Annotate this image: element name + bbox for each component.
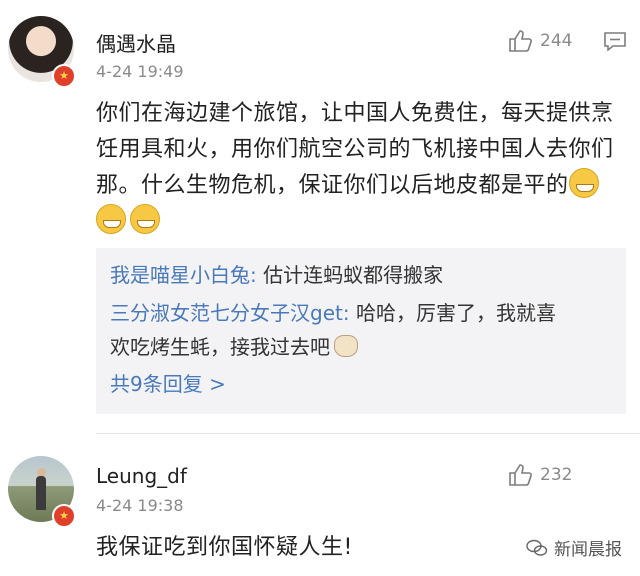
like-count: 232 bbox=[540, 465, 573, 485]
watermark-text: 新闻晨报 bbox=[554, 540, 622, 560]
reply-box: 我是喵星小白兔: 估计连蚂蚁都得搬家 三分淑女范七分女子汉get: 哈哈，厉害了… bbox=[96, 248, 626, 414]
reply-text: 欢吃烤生蚝，接我过去吧 bbox=[110, 335, 330, 359]
comment-item: ★ 偶遇水晶 4-24 19:49 244 你们在海边建个旅馆，让中国人免费住，… bbox=[0, 0, 640, 432]
thumbs-up-icon bbox=[509, 30, 532, 52]
comment-username[interactable]: Leung_df bbox=[96, 464, 187, 488]
reply-item-continued: 欢吃烤生蚝，接我过去吧 bbox=[110, 330, 620, 364]
reply-text: 估计连蚂蚁都得搬家 bbox=[256, 263, 444, 287]
comment-text: 你们在海边建个旅馆，让中国人免费住，每天提供烹饪用具和火，用你们航空公司的飞机接… bbox=[96, 96, 626, 240]
more-replies-link[interactable]: 共9条回复 > bbox=[110, 368, 226, 397]
verified-badge-icon: ★ bbox=[52, 64, 76, 88]
divider bbox=[96, 433, 640, 434]
comment-username[interactable]: 偶遇水晶 bbox=[96, 28, 176, 57]
like-button[interactable]: 244 bbox=[508, 30, 572, 52]
comment-body: 你们在海边建个旅馆，让中国人免费住，每天提供烹饪用具和火，用你们航空公司的飞机接… bbox=[96, 101, 614, 198]
reply-username[interactable]: 三分淑女范七分女子汉get: bbox=[110, 301, 350, 325]
cat-emoji bbox=[334, 335, 358, 357]
like-button[interactable]: 232 bbox=[508, 464, 572, 486]
grin-emoji bbox=[130, 204, 160, 234]
watermark: 新闻晨报 bbox=[526, 535, 622, 560]
wechat-icon bbox=[526, 539, 548, 556]
thumbs-up-icon bbox=[509, 464, 532, 486]
reply-text: 哈哈，厉害了，我就喜 bbox=[349, 301, 556, 325]
verified-badge-icon: ★ bbox=[52, 504, 76, 528]
like-count: 244 bbox=[540, 31, 573, 51]
grin-emoji bbox=[568, 168, 599, 198]
comment-time: 4-24 19:49 bbox=[96, 62, 184, 81]
reply-item[interactable]: 三分淑女范七分女子汉get: 哈哈，厉害了，我就喜 bbox=[110, 296, 620, 330]
comment-time: 4-24 19:38 bbox=[96, 496, 184, 515]
grin-emoji bbox=[96, 204, 126, 234]
reply-username[interactable]: 我是喵星小白兔: bbox=[110, 263, 257, 287]
comment-icon[interactable] bbox=[603, 31, 627, 51]
avatar-person bbox=[36, 476, 46, 510]
reply-item[interactable]: 我是喵星小白兔: 估计连蚂蚁都得搬家 bbox=[110, 258, 620, 292]
